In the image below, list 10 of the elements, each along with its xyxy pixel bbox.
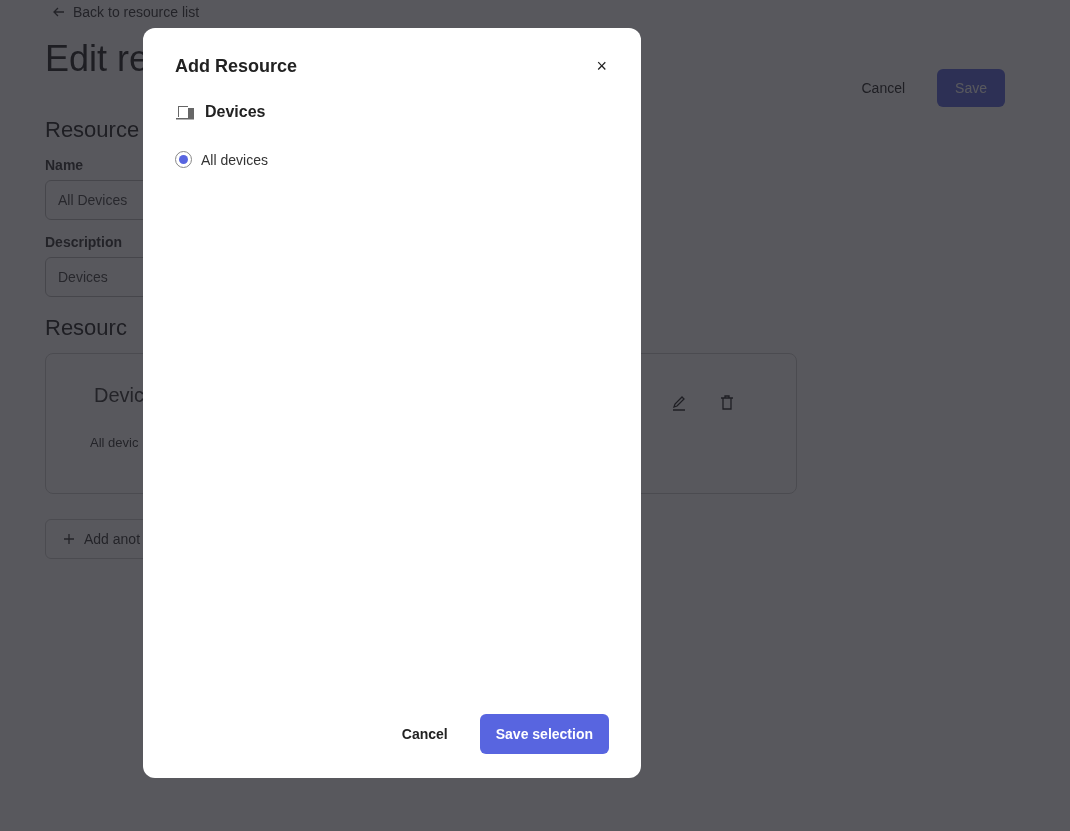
- devices-icon: [175, 104, 195, 120]
- section-heading: Resource: [45, 117, 141, 143]
- section-title: Devices: [205, 103, 266, 121]
- cancel-button[interactable]: Cancel: [387, 716, 462, 752]
- section-heading: Resourc: [45, 315, 128, 341]
- close-button[interactable]: ×: [594, 56, 609, 77]
- option-label: All devices: [201, 151, 268, 168]
- save-selection-button[interactable]: Save selection: [479, 714, 609, 754]
- dialog-title: Add Resource: [175, 56, 298, 77]
- radio-option[interactable]: All devices: [175, 151, 609, 168]
